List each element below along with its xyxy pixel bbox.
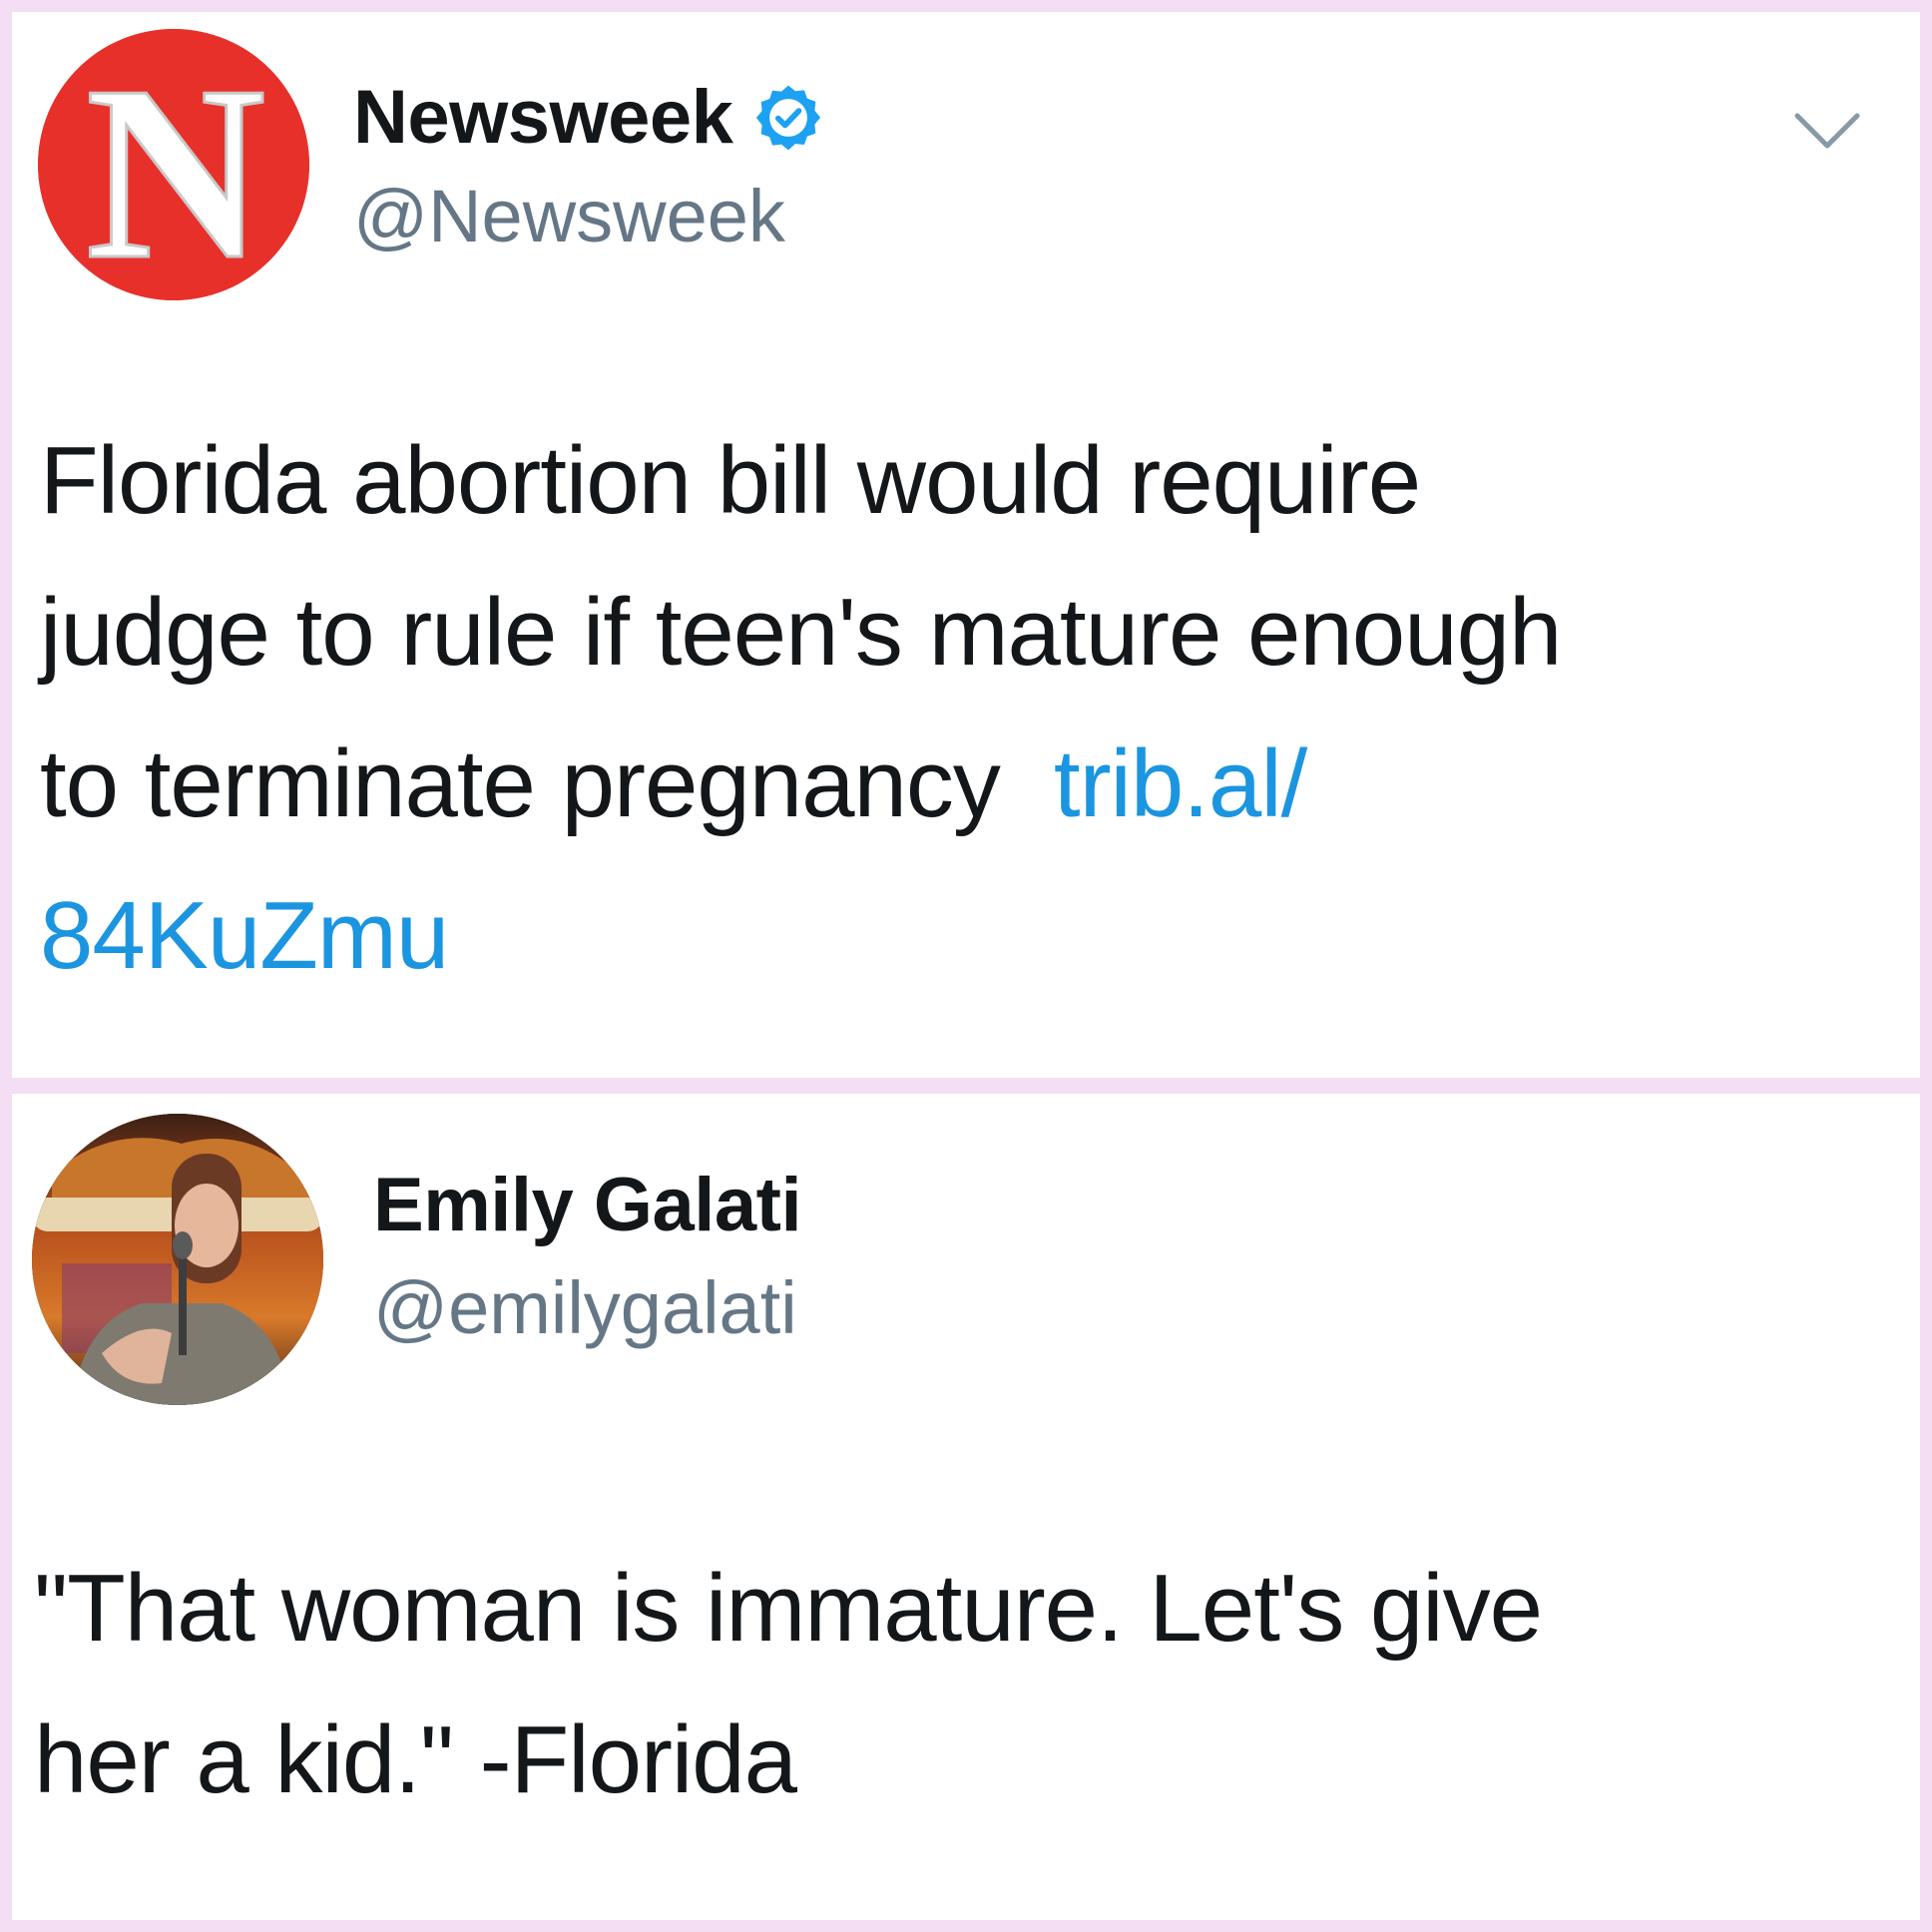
- tweet-text-line: to terminate pregnancy trib.al/: [40, 709, 1896, 860]
- emily-galati-avatar[interactable]: [32, 1114, 323, 1405]
- svg-text:N: N: [86, 35, 266, 300]
- article-link[interactable]: trib.al/: [1054, 730, 1307, 837]
- tweet-text-line: judge to rule if teen's mature enough: [40, 579, 1562, 686]
- tweet-text: Florida abortion bill would require judg…: [40, 405, 1896, 1012]
- author-handle[interactable]: @emilygalati: [373, 1261, 797, 1355]
- tweet-text-line: her a kid." -Florida: [34, 1706, 797, 1813]
- tweet-text: "That woman is immature. Let's give her …: [34, 1533, 1910, 1836]
- profile-photo-icon: [32, 1114, 323, 1405]
- article-link-continuation[interactable]: 84KuZmu: [40, 860, 1896, 1012]
- newsweek-logo-icon: N: [38, 29, 309, 300]
- author-handle[interactable]: @Newsweek: [353, 170, 785, 263]
- author-row: Newsweek: [353, 70, 824, 166]
- tweet-card-emily-galati: Emily Galati @emilygalati "That woman is…: [12, 1094, 1920, 1920]
- tweet-text-segment: to terminate pregnancy: [40, 730, 1001, 837]
- author-display-name[interactable]: Newsweek: [353, 70, 733, 166]
- verified-badge-icon: [752, 82, 824, 154]
- author-display-name[interactable]: Emily Galati: [373, 1158, 802, 1253]
- chevron-down-icon[interactable]: [1792, 110, 1862, 154]
- author-row: Emily Galati: [373, 1158, 802, 1253]
- tweet-card-newsweek: N Newsweek @Newsweek Florida abortion bi…: [12, 12, 1920, 1078]
- newsweek-avatar[interactable]: N: [38, 29, 309, 300]
- tweet-text-line: "That woman is immature. Let's give: [34, 1555, 1543, 1662]
- tweet-text-line: Florida abortion bill would require: [40, 427, 1421, 534]
